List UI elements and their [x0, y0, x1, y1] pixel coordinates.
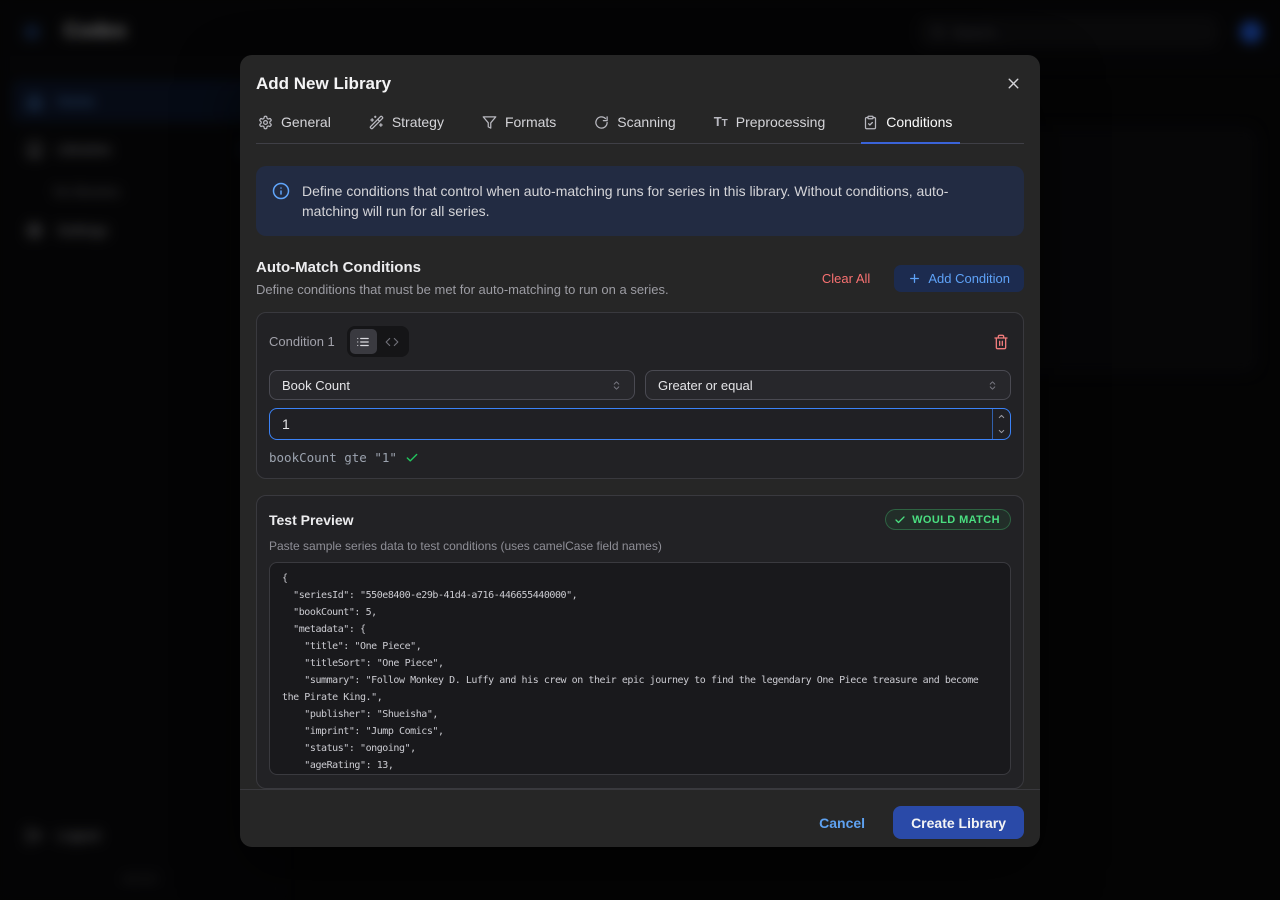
close-icon[interactable]: [1003, 73, 1024, 94]
section-subtitle: Define conditions that must be met for a…: [256, 282, 822, 297]
section-title: Auto-Match Conditions: [256, 259, 822, 276]
condition-mode-toggle: [347, 326, 409, 357]
tab-preprocessing[interactable]: TT Preprocessing: [712, 112, 828, 143]
test-preview-title: Test Preview: [269, 512, 354, 528]
clear-all-button[interactable]: Clear All: [822, 271, 870, 286]
add-condition-label: Add Condition: [928, 271, 1010, 286]
tab-label: Formats: [505, 114, 556, 130]
text-case-icon: TT: [714, 115, 728, 129]
info-banner: Define conditions that control when auto…: [256, 166, 1024, 236]
create-library-button[interactable]: Create Library: [893, 806, 1024, 839]
tab-label: Preprocessing: [736, 114, 826, 130]
filter-icon: [482, 115, 497, 130]
chevrons-updown-icon: [611, 380, 622, 391]
tab-label: Conditions: [886, 114, 952, 130]
would-match-label: WOULD MATCH: [912, 514, 1000, 526]
code-mode-button[interactable]: [379, 329, 406, 354]
wand-icon: [369, 115, 384, 130]
add-library-modal: Add New Library General Strategy: [240, 55, 1040, 847]
increment-button[interactable]: [993, 409, 1010, 424]
tab-conditions[interactable]: Conditions: [861, 112, 954, 143]
operator-select-value: Greater or equal: [658, 378, 987, 393]
add-condition-button[interactable]: Add Condition: [894, 265, 1024, 292]
list-icon: [356, 335, 370, 349]
check-icon: [894, 514, 906, 526]
chevrons-updown-icon: [987, 380, 998, 391]
check-icon: [405, 451, 419, 465]
condition-card: Condition 1: [256, 312, 1024, 479]
gear-icon: [258, 115, 273, 130]
plus-icon: [908, 272, 921, 285]
refresh-icon: [594, 115, 609, 130]
tab-strategy[interactable]: Strategy: [367, 112, 446, 143]
cancel-button[interactable]: Cancel: [819, 815, 865, 831]
field-select[interactable]: Book Count: [269, 370, 635, 400]
condition-label: Condition 1: [269, 334, 335, 349]
test-preview-card: Test Preview WOULD MATCH Paste sample se…: [256, 495, 1024, 789]
modal-title: Add New Library: [256, 74, 391, 94]
trash-icon: [993, 334, 1009, 350]
tab-formats[interactable]: Formats: [480, 112, 558, 143]
info-banner-text: Define conditions that control when auto…: [302, 181, 992, 221]
conditions-section-header: Auto-Match Conditions Define conditions …: [256, 259, 1024, 297]
conditions-tab-panel: Define conditions that control when auto…: [240, 144, 1040, 789]
operator-select[interactable]: Greater or equal: [645, 370, 1011, 400]
modal-footer: Cancel Create Library: [240, 789, 1040, 855]
sample-data-textarea[interactable]: { "seriesId": "550e8400-e29b-41d4-a716-4…: [269, 562, 1011, 775]
tab-label: Strategy: [392, 114, 444, 130]
tab-label: General: [281, 114, 331, 130]
expression-preview: bookCount gte "1": [269, 450, 1011, 465]
condition-value-input[interactable]: [269, 408, 1011, 440]
number-spinners: [992, 409, 1010, 439]
modal-header: Add New Library: [240, 55, 1040, 108]
would-match-badge: WOULD MATCH: [885, 509, 1011, 530]
clipboard-check-icon: [863, 115, 878, 130]
modal-tabs: General Strategy Formats Scanning: [256, 112, 1024, 144]
info-icon: [272, 181, 290, 221]
tab-label: Scanning: [617, 114, 675, 130]
code-icon: [385, 335, 399, 349]
tab-scanning[interactable]: Scanning: [592, 112, 677, 143]
visual-mode-button[interactable]: [350, 329, 377, 354]
delete-condition-button[interactable]: [991, 332, 1011, 352]
expression-text: bookCount gte "1": [269, 450, 397, 465]
test-preview-subtitle: Paste sample series data to test conditi…: [269, 539, 1011, 553]
field-select-value: Book Count: [282, 378, 611, 393]
tab-general[interactable]: General: [256, 112, 333, 143]
decrement-button[interactable]: [993, 424, 1010, 439]
screen: Codex Home Libraries: [0, 0, 1280, 900]
